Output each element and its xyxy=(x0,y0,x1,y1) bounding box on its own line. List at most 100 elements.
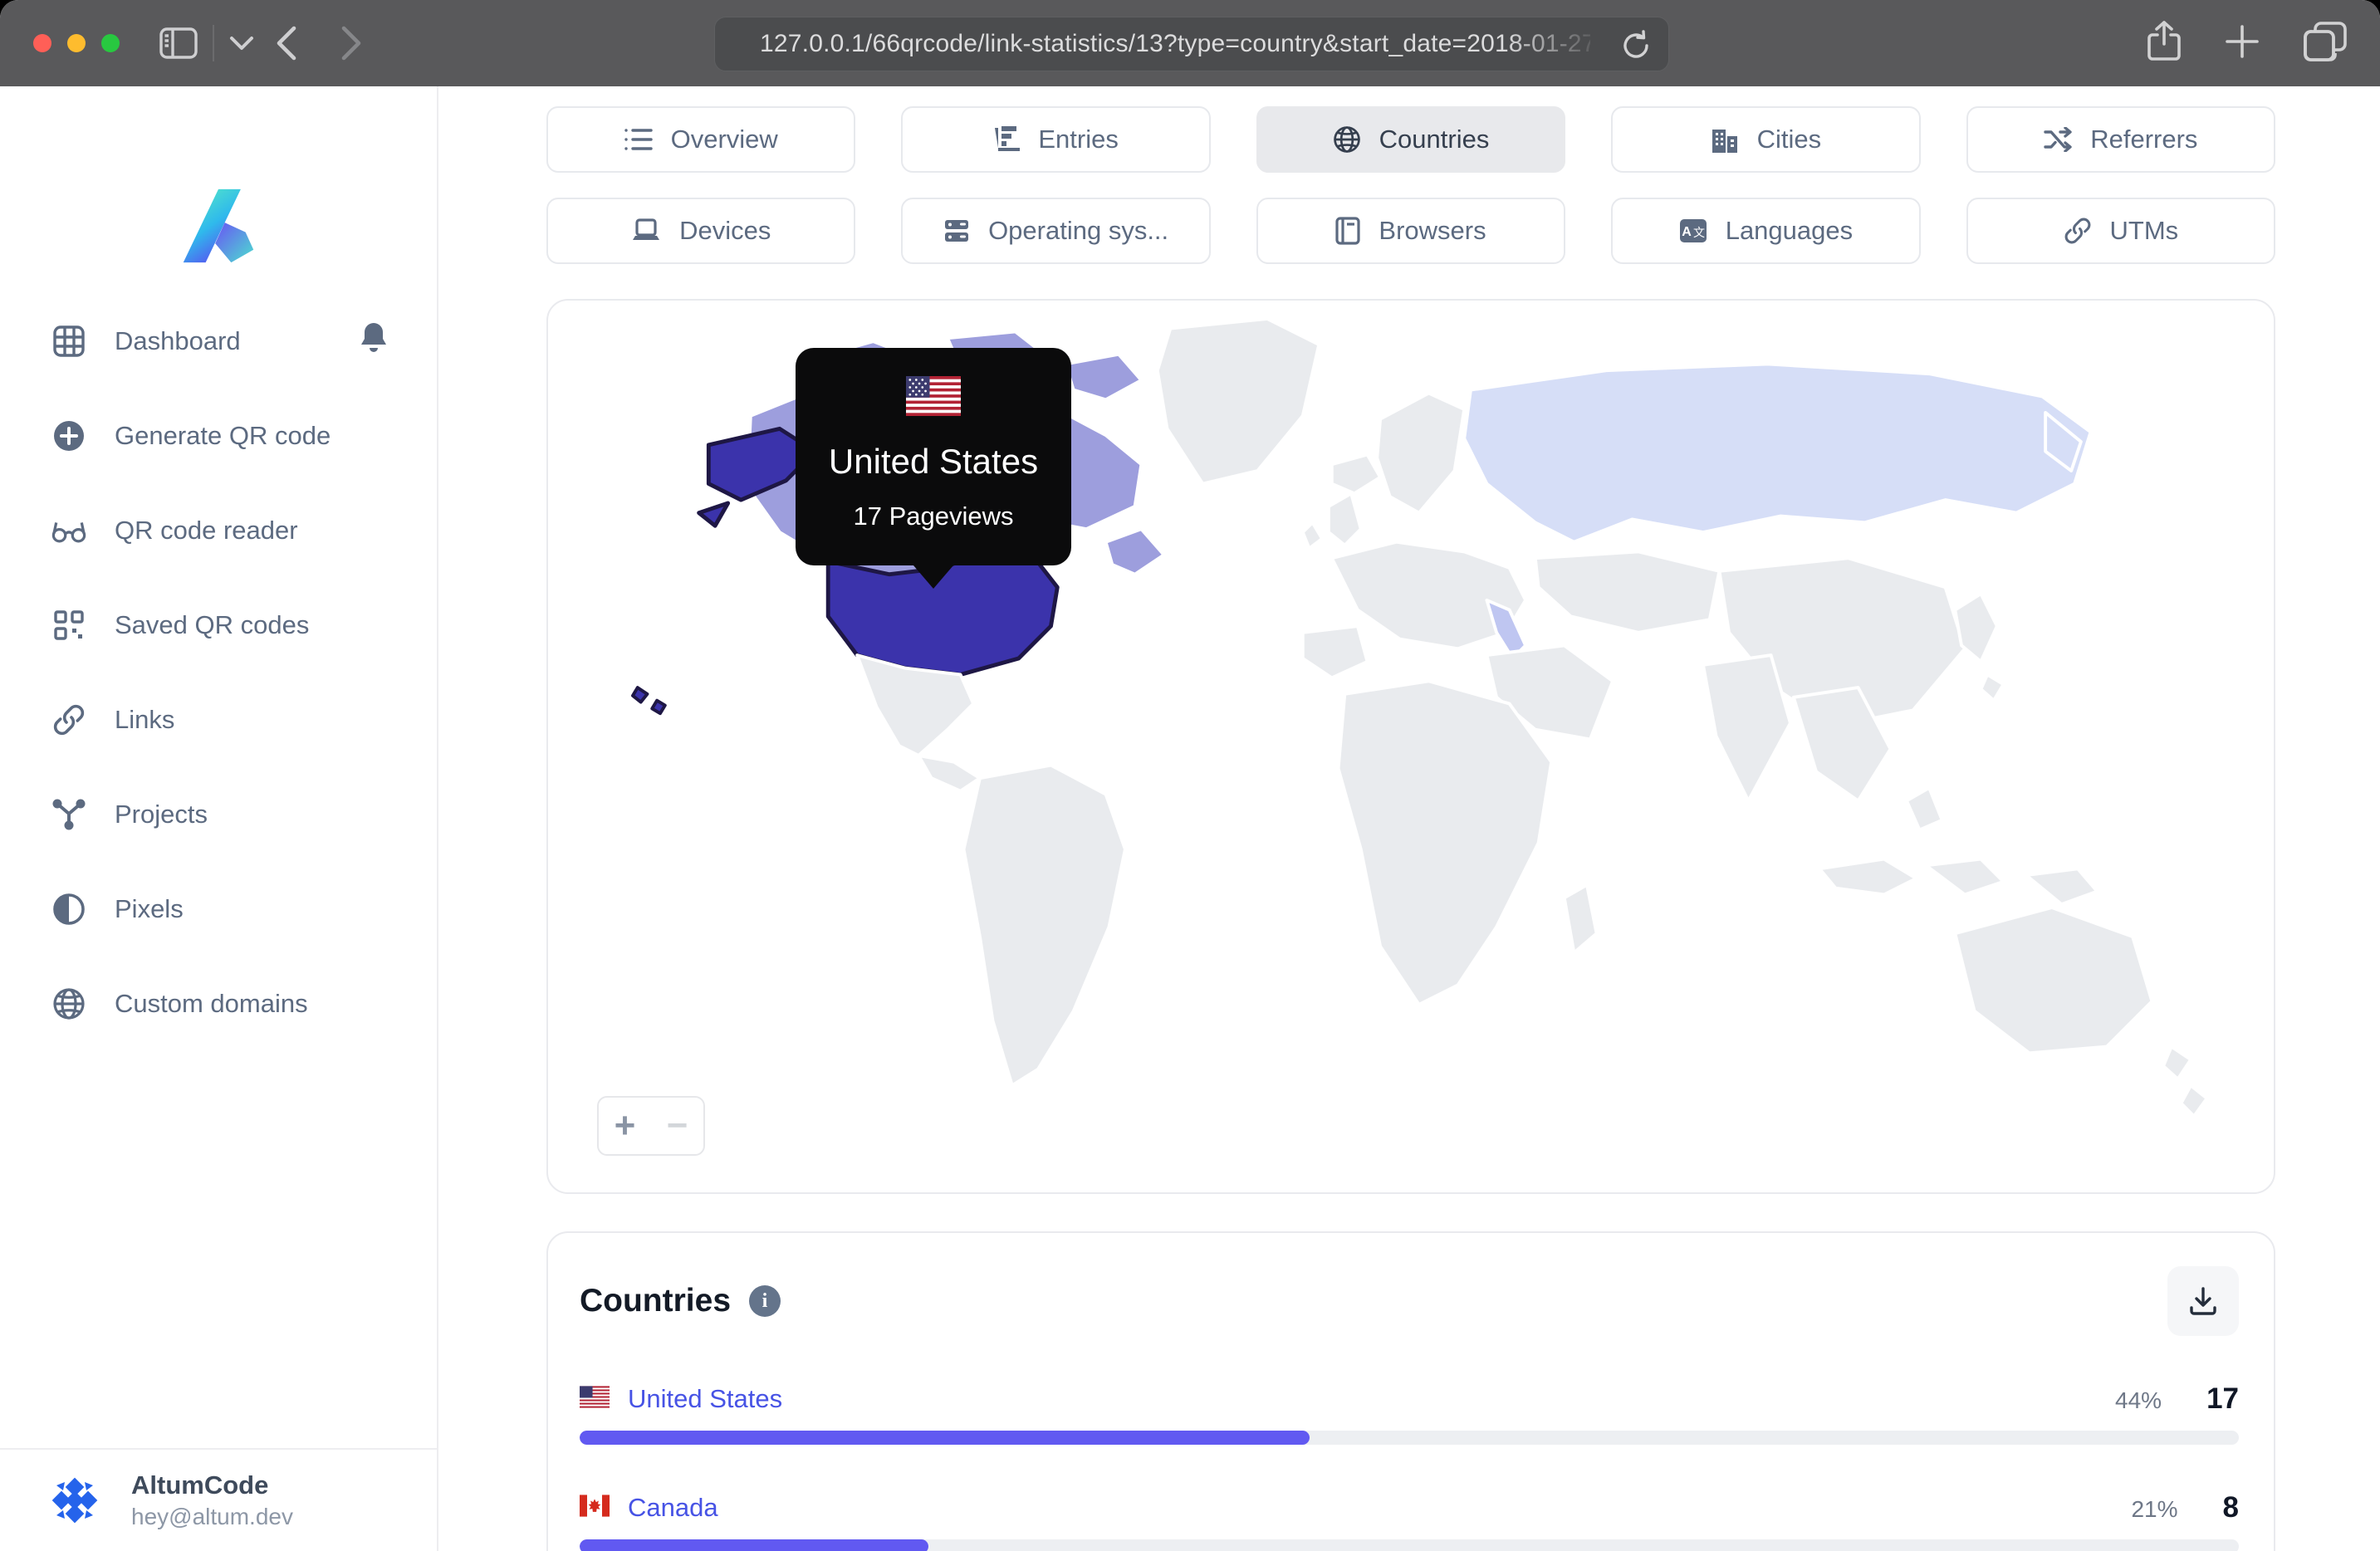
browser-chrome: 127.0.0.1/66qrcode/link-statistics/13?ty… xyxy=(0,0,2380,86)
reload-icon[interactable] xyxy=(1620,29,1652,69)
tab-label: Cities xyxy=(1756,125,1822,154)
tooltip-arrow xyxy=(913,565,953,589)
tooltip-country: United States xyxy=(828,442,1039,481)
tab-label: Operating sys... xyxy=(988,216,1169,245)
share-nodes-icon xyxy=(51,799,86,830)
tab-label: Entries xyxy=(1038,125,1119,154)
sidebar-item-pixels[interactable]: Pixels xyxy=(0,862,437,957)
tab-entries[interactable]: Entries xyxy=(901,106,1211,173)
sidebar-item-label: Saved QR codes xyxy=(115,610,310,639)
sidebar-item-projects[interactable]: Projects xyxy=(0,767,437,862)
sidebar-item-generate-qr[interactable]: Generate QR code xyxy=(0,389,437,483)
progress-track xyxy=(580,1431,2239,1445)
divider xyxy=(213,25,214,61)
info-icon[interactable]: i xyxy=(749,1285,781,1317)
sidebar-item-dashboard[interactable]: Dashboard xyxy=(0,294,437,389)
country-link[interactable]: Canada xyxy=(628,1493,718,1523)
progress-track xyxy=(580,1539,2239,1551)
link-icon xyxy=(51,703,86,736)
tab-label: Languages xyxy=(1725,216,1854,245)
chevron-down-icon[interactable] xyxy=(229,36,254,51)
stats-tabs-row-1: Overview Entries Countries Cities Referr… xyxy=(546,106,2276,173)
globe-icon xyxy=(51,987,86,1020)
buildings-icon xyxy=(1712,130,1737,153)
tab-label: Referrers xyxy=(2090,125,2198,154)
tab-devices[interactable]: Devices xyxy=(546,198,856,264)
tab-utms[interactable]: UTMs xyxy=(1966,198,2276,264)
country-link[interactable]: United States xyxy=(628,1384,782,1414)
qr-icon xyxy=(51,609,86,641)
grid-icon xyxy=(51,325,86,358)
zoom-window-button[interactable] xyxy=(101,34,120,52)
account-name: AltumCode xyxy=(131,1470,269,1500)
glasses-icon xyxy=(51,516,86,546)
tab-operating-systems[interactable]: Operating sys... xyxy=(901,198,1211,264)
sidebar-nav: Dashboard Generate QR code QR code reade… xyxy=(0,294,437,1051)
browser-window: 127.0.0.1/66qrcode/link-statistics/13?ty… xyxy=(0,0,2380,1551)
country-percent: 21% xyxy=(2131,1496,2178,1522)
app-logo[interactable] xyxy=(0,186,437,266)
sidebar-item-custom-domains[interactable]: Custom domains xyxy=(0,957,437,1051)
back-icon[interactable] xyxy=(276,25,297,61)
sidebar-item-links[interactable]: Links xyxy=(0,673,437,767)
avatar xyxy=(48,1474,101,1527)
tab-referrers[interactable]: Referrers xyxy=(1966,106,2276,173)
main-content: Overview Entries Countries Cities Referr… xyxy=(440,86,2380,1551)
canada-flag-icon xyxy=(580,1495,610,1521)
list-icon xyxy=(624,129,653,150)
sidebar-item-label: Custom domains xyxy=(115,989,308,1018)
globe-icon xyxy=(1333,126,1360,153)
country-count: 8 xyxy=(2222,1491,2239,1524)
zoom-out-button[interactable]: − xyxy=(667,1108,688,1144)
table-row: Canada 21% 8 xyxy=(580,1491,2239,1551)
laptop-icon xyxy=(633,218,660,240)
tab-label: UTMs xyxy=(2109,216,2179,245)
sidebar-item-label: QR code reader xyxy=(115,516,298,545)
minimize-window-button[interactable] xyxy=(67,34,86,52)
shuffle-icon xyxy=(2044,127,2072,152)
sidebar-item-label: Links xyxy=(115,705,175,734)
sidebar-item-saved-qr[interactable]: Saved QR codes xyxy=(0,578,437,673)
tab-label: Countries xyxy=(1379,125,1490,154)
tab-label: Devices xyxy=(679,216,771,245)
us-flag-icon xyxy=(906,376,961,420)
tab-label: Overview xyxy=(670,125,778,154)
new-tab-icon[interactable] xyxy=(2224,23,2260,64)
account-email: hey@altum.dev xyxy=(131,1504,293,1529)
sidebar-item-label: Generate QR code xyxy=(115,421,331,450)
tab-overview-icon[interactable] xyxy=(2304,21,2347,66)
server-icon xyxy=(945,220,969,242)
share-icon[interactable] xyxy=(2147,20,2181,66)
traffic-lights xyxy=(33,34,120,52)
tab-cities[interactable]: Cities xyxy=(1611,106,1921,173)
tab-overview[interactable]: Overview xyxy=(546,106,856,173)
tab-countries[interactable]: Countries xyxy=(1256,106,1566,173)
download-button[interactable] xyxy=(2167,1266,2239,1336)
link-icon xyxy=(2064,218,2090,244)
sidebar: Dashboard Generate QR code QR code reade… xyxy=(0,86,438,1551)
sidebar-toggle-icon[interactable] xyxy=(159,27,198,59)
zoom-in-button[interactable]: + xyxy=(615,1108,636,1144)
sidebar-item-qr-reader[interactable]: QR code reader xyxy=(0,483,437,578)
country-percent: 44% xyxy=(2115,1387,2162,1413)
sidebar-item-label: Pixels xyxy=(115,894,184,923)
country-count: 17 xyxy=(2206,1382,2239,1415)
countries-title: Countries xyxy=(580,1283,732,1319)
map-tooltip: United States 17 Pageviews xyxy=(796,348,1071,589)
bell-icon[interactable] xyxy=(359,321,389,361)
tooltip-pageviews: 17 Pageviews xyxy=(853,502,1014,531)
plus-circle-icon xyxy=(51,419,86,453)
svg-text:文: 文 xyxy=(1693,226,1705,239)
tab-label: Browsers xyxy=(1379,216,1486,245)
bar-chart-icon xyxy=(995,126,1021,151)
account-footer[interactable]: AltumCode hey@altum.dev xyxy=(0,1448,437,1551)
sidebar-item-label: Dashboard xyxy=(115,326,241,355)
tab-browsers[interactable]: Browsers xyxy=(1256,198,1566,264)
progress-fill xyxy=(580,1539,928,1551)
tab-languages[interactable]: A 文 Languages xyxy=(1611,198,1921,264)
address-bar[interactable]: 127.0.0.1/66qrcode/link-statistics/13?ty… xyxy=(714,17,1669,71)
world-map-card: United States 17 Pageviews + − xyxy=(546,299,2275,1194)
stats-tabs-row-2: Devices Operating sys... Browsers A 文 La… xyxy=(546,198,2276,264)
map-zoom-control: + − xyxy=(597,1096,705,1156)
close-window-button[interactable] xyxy=(33,34,51,52)
